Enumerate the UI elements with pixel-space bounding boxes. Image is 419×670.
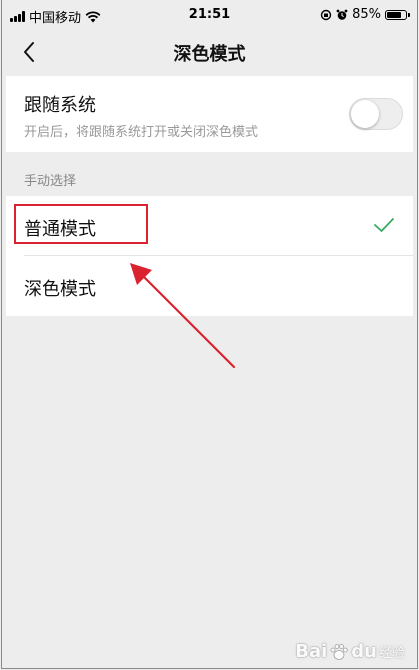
follow-system-toggle[interactable] [349, 98, 403, 130]
nav-bar: 深色模式 [2, 30, 417, 74]
annotation-highlight-box [14, 204, 148, 244]
paw-icon [330, 643, 348, 660]
baidu-watermark: Bai du 经验 [295, 641, 405, 662]
alarm-icon [336, 9, 348, 20]
follow-system-description: 开启后，将跟随系统打开或关闭深色模式 [24, 125, 259, 140]
phone-screen: 中国移动 21:51 85% 深色模式 跟随系统 开启后，将跟随系统打开或关闭深… [1, 0, 418, 669]
battery-fill [387, 11, 401, 18]
watermark-sub: 经验 [378, 646, 405, 661]
battery-percent: 85% [352, 7, 381, 22]
watermark-brand: Bai [295, 641, 328, 662]
battery-icon [385, 9, 410, 20]
status-right: 85% [320, 7, 410, 22]
annotation-arrow [130, 263, 236, 369]
toggle-knob [351, 100, 379, 128]
status-bar: 中国移动 21:51 85% [2, 0, 417, 30]
manual-section-label: 手动选择 [24, 174, 77, 189]
orientation-lock-icon [320, 9, 332, 20]
page-title: 深色模式 [173, 44, 246, 65]
follow-system-title: 跟随系统 [24, 95, 96, 116]
checkmark-icon [374, 218, 394, 232]
follow-system-row: 跟随系统 开启后，将跟随系统打开或关闭深色模式 [6, 76, 413, 152]
mode-option-label: 深色模式 [24, 279, 96, 300]
watermark-brand-suffix: du [351, 641, 377, 662]
